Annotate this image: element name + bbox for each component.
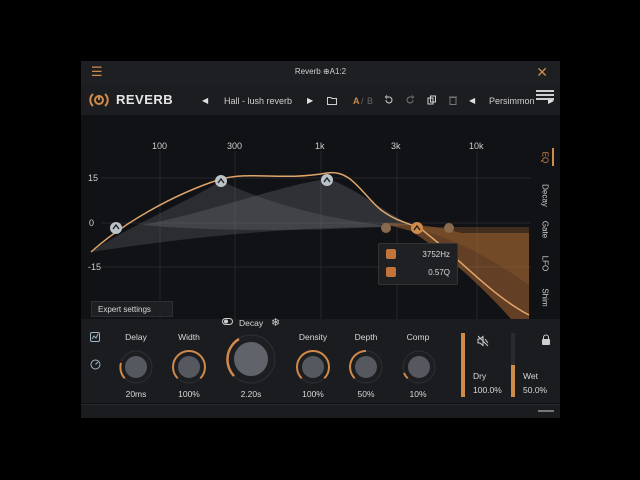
dry-label: Dry — [473, 371, 487, 381]
tab-eq[interactable]: EQ — [541, 145, 550, 171]
knob-density[interactable] — [295, 349, 331, 385]
graph-icon[interactable] — [90, 332, 100, 342]
knob-label-comp: Comp — [406, 332, 430, 342]
knob-label-density: Density — [298, 332, 328, 342]
knob-value-density: 100% — [302, 389, 324, 399]
ab-a-button[interactable]: A — [353, 96, 360, 106]
tab-eq-indicator — [552, 148, 554, 166]
band-tooltip: 3752Hz 0.57Q — [378, 243, 458, 285]
decay-header-label: Decay — [239, 318, 264, 328]
knob-decay[interactable] — [225, 333, 277, 385]
wet-value: 50.0% — [523, 385, 548, 395]
logo-icon — [89, 93, 109, 107]
window-title: Reverb ⊕A1:2 — [294, 67, 347, 76]
undo-icon[interactable] — [384, 95, 394, 105]
close-icon[interactable]: ✕ — [536, 64, 548, 81]
freq-label-10k: 10k — [469, 141, 484, 151]
knob-label-width: Width — [178, 332, 200, 342]
freq-label-300: 300 — [227, 141, 243, 151]
preset-name[interactable]: Hall - lush reverb — [224, 96, 292, 106]
lock-icon[interactable] — [541, 334, 551, 346]
freq-icon — [386, 249, 396, 259]
eq-display[interactable]: 100 300 1k 3k 10k 15 0 -15 EQ Decay Gate… — [81, 115, 560, 319]
plugin-name: REVERB — [116, 92, 174, 107]
tooltip-q-row: 0.57Q — [379, 264, 457, 282]
next-preset-icon[interactable]: ▶ — [307, 96, 313, 105]
preset-bank[interactable]: Persimmon — [489, 96, 535, 106]
mute-icon[interactable] — [477, 335, 489, 347]
q-icon — [386, 267, 396, 277]
wet-meter-fill — [511, 365, 515, 397]
tooltip-q: 0.57Q — [428, 268, 450, 277]
meter-icon[interactable] — [90, 359, 101, 370]
trash-icon[interactable] — [448, 95, 458, 105]
knob-label-delay: Delay — [125, 332, 147, 342]
dry-value: 100.0% — [473, 385, 502, 395]
title-bar: ☰ Reverb ⊕A1:2 ✕ — [81, 61, 560, 86]
db-label-15: 15 — [88, 173, 99, 183]
ab-b-button[interactable]: B — [367, 96, 373, 106]
wet-label: Wet — [523, 371, 538, 381]
prev-bank-icon[interactable]: ◀ — [469, 96, 475, 105]
ab-separator: / — [361, 96, 364, 106]
knob-value-width: 100% — [178, 389, 200, 399]
hamburger-icon[interactable] — [536, 90, 554, 102]
knob-value-decay: 2.20s — [240, 389, 262, 399]
controls-panel: Decay ❄ Delay Width Density Depth Comp 2… — [81, 316, 560, 403]
freq-label-100: 100 — [152, 141, 168, 151]
dry-meter-fill — [461, 333, 465, 397]
knob-value-depth: 50% — [357, 389, 375, 399]
knob-label-depth: Depth — [354, 332, 378, 342]
tab-decay[interactable]: Decay — [541, 183, 550, 209]
knob-depth[interactable] — [348, 349, 384, 385]
wet-meter[interactable] — [511, 333, 515, 397]
tab-lfo[interactable]: LFO — [541, 251, 550, 277]
toggle-icon[interactable] — [222, 318, 234, 326]
freq-label-3k: 3k — [391, 141, 401, 151]
knob-comp[interactable] — [401, 349, 437, 385]
dry-meter[interactable] — [461, 333, 465, 397]
knob-value-delay: 20ms — [125, 389, 147, 399]
tab-gate[interactable]: Gate — [541, 217, 550, 243]
db-label-minus15: -15 — [88, 262, 102, 272]
plugin-header: REVERB ◀ Hall - lush reverb ▶ A / B ◀ Pe… — [81, 85, 560, 115]
redo-icon[interactable] — [405, 95, 415, 105]
prev-preset-icon[interactable]: ◀ — [202, 96, 208, 105]
folder-icon[interactable] — [327, 96, 337, 105]
tooltip-freq-row: 3752Hz — [379, 246, 457, 264]
db-label-0: 0 — [89, 218, 95, 228]
knob-delay[interactable] — [118, 349, 154, 385]
knob-value-comp: 10% — [409, 389, 427, 399]
knob-width[interactable] — [171, 349, 207, 385]
bottom-bar — [81, 404, 560, 418]
copy-icon[interactable] — [427, 95, 437, 105]
reverb-plugin-window: ☰ Reverb ⊕A1:2 ✕ REVERB ◀ Hall - lush re… — [81, 61, 560, 418]
snowflake-icon[interactable]: ❄ — [271, 316, 280, 329]
resize-grip[interactable] — [538, 410, 554, 412]
tooltip-freq: 3752Hz — [422, 250, 450, 259]
tab-shim[interactable]: Shim — [541, 285, 550, 311]
freq-label-1k: 1k — [315, 141, 325, 151]
expert-settings-button[interactable]: Expert settings — [91, 301, 173, 317]
